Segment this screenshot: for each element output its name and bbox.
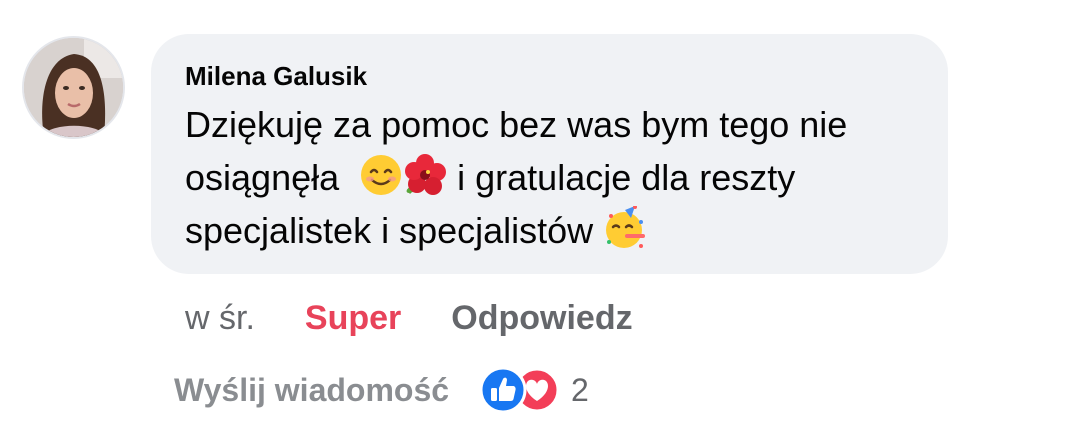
comment-line-3-text: specjalistek i specjalistów bbox=[185, 210, 594, 251]
comment-bubble: Milena Galusik Dziękuję za pomoc bez was… bbox=[151, 34, 948, 274]
send-message-link[interactable]: Wyślij wiadomość bbox=[174, 372, 449, 409]
comment-thread: Milena Galusik Dziękuję za pomoc bez was… bbox=[0, 0, 1079, 434]
reply-button[interactable]: Odpowiedz bbox=[451, 299, 632, 338]
like-icon bbox=[479, 366, 527, 414]
comment-line-2-part-b: i gratulacje dla reszty bbox=[447, 157, 796, 198]
comment-line-3: specjalistek i specjalistów bbox=[185, 204, 914, 257]
smiling-face-emoji bbox=[361, 155, 402, 195]
avatar-photo bbox=[24, 38, 123, 137]
comment-line-2: osiągnęła i gratulacje dla reszty bbox=[185, 151, 914, 204]
comment-author[interactable]: Milena Galusik bbox=[185, 60, 914, 92]
comment-timestamp[interactable]: w śr. bbox=[185, 299, 255, 338]
comment-text: Dziękuję za pomoc bez was bym tego nie o… bbox=[185, 98, 914, 257]
avatar[interactable] bbox=[22, 36, 125, 139]
reaction-icons bbox=[479, 366, 560, 414]
reaction-summary[interactable] bbox=[477, 366, 563, 414]
comment-footer: Wyślij wiadomość 2 bbox=[174, 366, 589, 414]
partying-face-emoji bbox=[606, 206, 646, 248]
hibiscus-emoji bbox=[405, 154, 447, 195]
comment-line-1: Dziękuję za pomoc bez was bym tego nie bbox=[185, 104, 848, 145]
reaction-count: 2 bbox=[571, 371, 589, 408]
comment-line-2-part-a: osiągnęła bbox=[185, 157, 340, 198]
comment-actions: w śr. Super Odpowiedz bbox=[185, 296, 633, 340]
reaction-button[interactable]: Super bbox=[305, 299, 401, 338]
